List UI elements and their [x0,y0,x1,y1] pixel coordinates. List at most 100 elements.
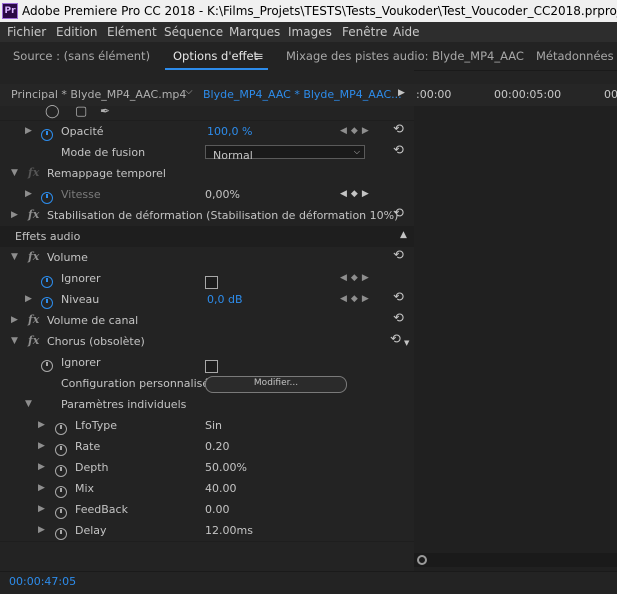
volume-label: Volume [47,251,88,264]
menu-edit[interactable]: Edition [56,25,98,39]
opacity-label: Opacité [61,125,104,138]
param-value[interactable]: 0.00 [205,503,230,516]
menu-markers[interactable]: Marques [229,25,280,39]
audio-effects-header: Effets audio ▲ [0,226,414,248]
reset-icon[interactable]: ⟲ [390,332,401,347]
warp-stabilizer-label: Stabilisation de déformation (Stabilisat… [47,209,399,222]
blend-mode-label: Mode de fusion [61,146,146,159]
blend-mode-row: Mode de fusion Normal ⌵ ⟲ [0,142,414,164]
fx-icon[interactable]: fx [28,313,39,326]
ruler-time-end: 00 [604,88,617,101]
menu-images[interactable]: Images [288,25,332,39]
reset-icon[interactable]: ⟲ [393,143,404,158]
param-value[interactable]: Sin [205,419,222,432]
blend-mode-value: Normal [213,149,253,162]
chevron-down-icon[interactable]: ▼ [11,336,18,346]
volume-level-value[interactable]: 0,0 dB [207,293,243,306]
tab-metadata[interactable]: Métadonnées [536,49,614,63]
chorus-effect-row: ▼ fx Chorus (obsolète) ⟲ ▼ [0,331,414,353]
menu-bar: Fichier Edition Elément Séquence Marques… [0,22,617,42]
chevron-right-icon[interactable]: ▶ [38,441,45,451]
chevron-right-icon[interactable]: ▶ [38,525,45,535]
timeline-area[interactable] [414,84,617,571]
timeline-scrollbar[interactable] [414,553,617,567]
current-timecode[interactable]: 00:00:47:05 [9,575,76,588]
chevron-down-icon[interactable]: ▼ [11,252,18,262]
sequence-clip-label[interactable]: Blyde_MP4_AAC * Blyde_MP4_AAC... [203,88,402,101]
keyframe-nav-icon[interactable]: ◀◆▶ [340,294,373,304]
fx-icon[interactable]: fx [28,250,39,263]
param-row: ▶ Delay 12.00ms [0,520,414,542]
param-value[interactable]: 12.00ms [205,524,253,537]
param-name: Rate [75,440,101,453]
warp-stabilizer-row: ▶ fx Stabilisation de déformation (Stabi… [0,205,414,227]
volume-effect-row: ▼ fx Volume ⟲ [0,247,414,269]
chevron-right-icon[interactable]: ▶ [38,504,45,514]
chevron-right-icon[interactable]: ▶ [38,483,45,493]
ruler-time-start: :00:00 [416,88,452,101]
volume-bypass-row: Ignorer ◀◆▶ [0,268,414,290]
menu-sequence[interactable]: Séquence [164,25,223,39]
param-name: LfoType [75,419,117,432]
time-remap-row: ▼ fx Remappage temporel [0,163,414,185]
reset-icon[interactable]: ⟲ [393,122,404,137]
collapse-up-icon[interactable]: ▲ [400,230,407,240]
play-only-icon[interactable]: ▶ [398,88,405,98]
zoom-handle[interactable] [417,555,427,565]
menu-file[interactable]: Fichier [7,25,46,39]
fx-icon[interactable]: fx [28,334,39,347]
source-bar: Principal * Blyde_MP4_AAC.mp4 ⌵ Blyde_MP… [0,84,414,107]
chevron-down-icon[interactable]: ▼ [404,339,409,347]
custom-setup-row: Configuration personnalisée Modifier... [0,373,414,395]
chevron-down-icon[interactable]: ▼ [11,168,18,178]
chevron-right-icon[interactable]: ▶ [11,210,18,220]
reset-icon[interactable]: ⟲ [393,206,404,221]
reset-icon[interactable]: ⟲ [393,248,404,263]
menu-window[interactable]: Fenêtre [342,25,387,39]
menu-clip[interactable]: Elément [107,25,157,39]
channel-volume-label: Volume de canal [47,314,139,327]
chevron-down-icon[interactable]: ⌵ [185,86,193,97]
edit-button[interactable]: Modifier... [205,376,347,393]
rectangle-mask-icon[interactable]: ▢ [75,104,87,119]
tab-source[interactable]: Source : (sans élément) [13,49,150,63]
chevron-right-icon[interactable]: ▶ [38,420,45,430]
master-clip-label[interactable]: Principal * Blyde_MP4_AAC.mp4 [11,88,186,101]
tab-effect-options[interactable]: Options d'effet [173,49,258,63]
volume-level-label: Niveau [61,293,100,306]
reset-icon[interactable]: ⟲ [393,311,404,326]
ruler-time-mid: 00:00:05:00 [494,88,562,101]
tab-audio-mixer[interactable]: Mixage des pistes audio: Blyde_MP4_AAC [286,49,524,63]
reset-icon[interactable]: ⟲ [393,290,404,305]
keyframe-nav-icon[interactable]: ◀◆▶ [340,189,373,199]
time-remap-label: Remappage temporel [47,167,166,180]
param-value[interactable]: 0.20 [205,440,230,453]
timeline-ruler[interactable]: :00:00 00:00:05:00 00 [414,84,617,106]
chevron-right-icon[interactable]: ▶ [11,315,18,325]
param-row: ▶ Depth 50.00% [0,457,414,479]
fx-icon[interactable]: fx [28,208,39,221]
chevron-down-icon: ⌵ [353,147,360,156]
chevron-right-icon[interactable]: ▶ [25,294,32,304]
param-name: FeedBack [75,503,128,516]
speed-label: Vitesse [61,188,101,201]
ellipse-mask-icon[interactable]: ◯ [45,104,60,119]
param-value[interactable]: 40.00 [205,482,237,495]
keyframe-nav-icon[interactable]: ◀◆▶ [340,126,373,136]
status-bar [0,571,617,594]
chevron-down-icon[interactable]: ▼ [25,399,32,409]
chevron-right-icon[interactable]: ▶ [38,462,45,472]
chorus-label: Chorus (obsolète) [47,335,145,348]
menu-help[interactable]: Aide [393,25,420,39]
panel-menu-icon[interactable]: ≡ [254,49,264,63]
pen-mask-icon[interactable]: ✒ [100,104,110,118]
chevron-right-icon[interactable]: ▶ [25,126,32,136]
speed-value[interactable]: 0,00% [205,188,240,201]
param-value[interactable]: 50.00% [205,461,247,474]
blend-mode-dropdown[interactable]: Normal ⌵ [205,145,365,162]
opacity-value[interactable]: 100,0 % [207,125,252,138]
fx-icon[interactable]: fx [28,166,39,179]
param-row: ▶ LfoType Sin [0,415,414,437]
keyframe-nav-icon[interactable]: ◀◆▶ [340,273,373,283]
chevron-right-icon[interactable]: ▶ [25,189,32,199]
